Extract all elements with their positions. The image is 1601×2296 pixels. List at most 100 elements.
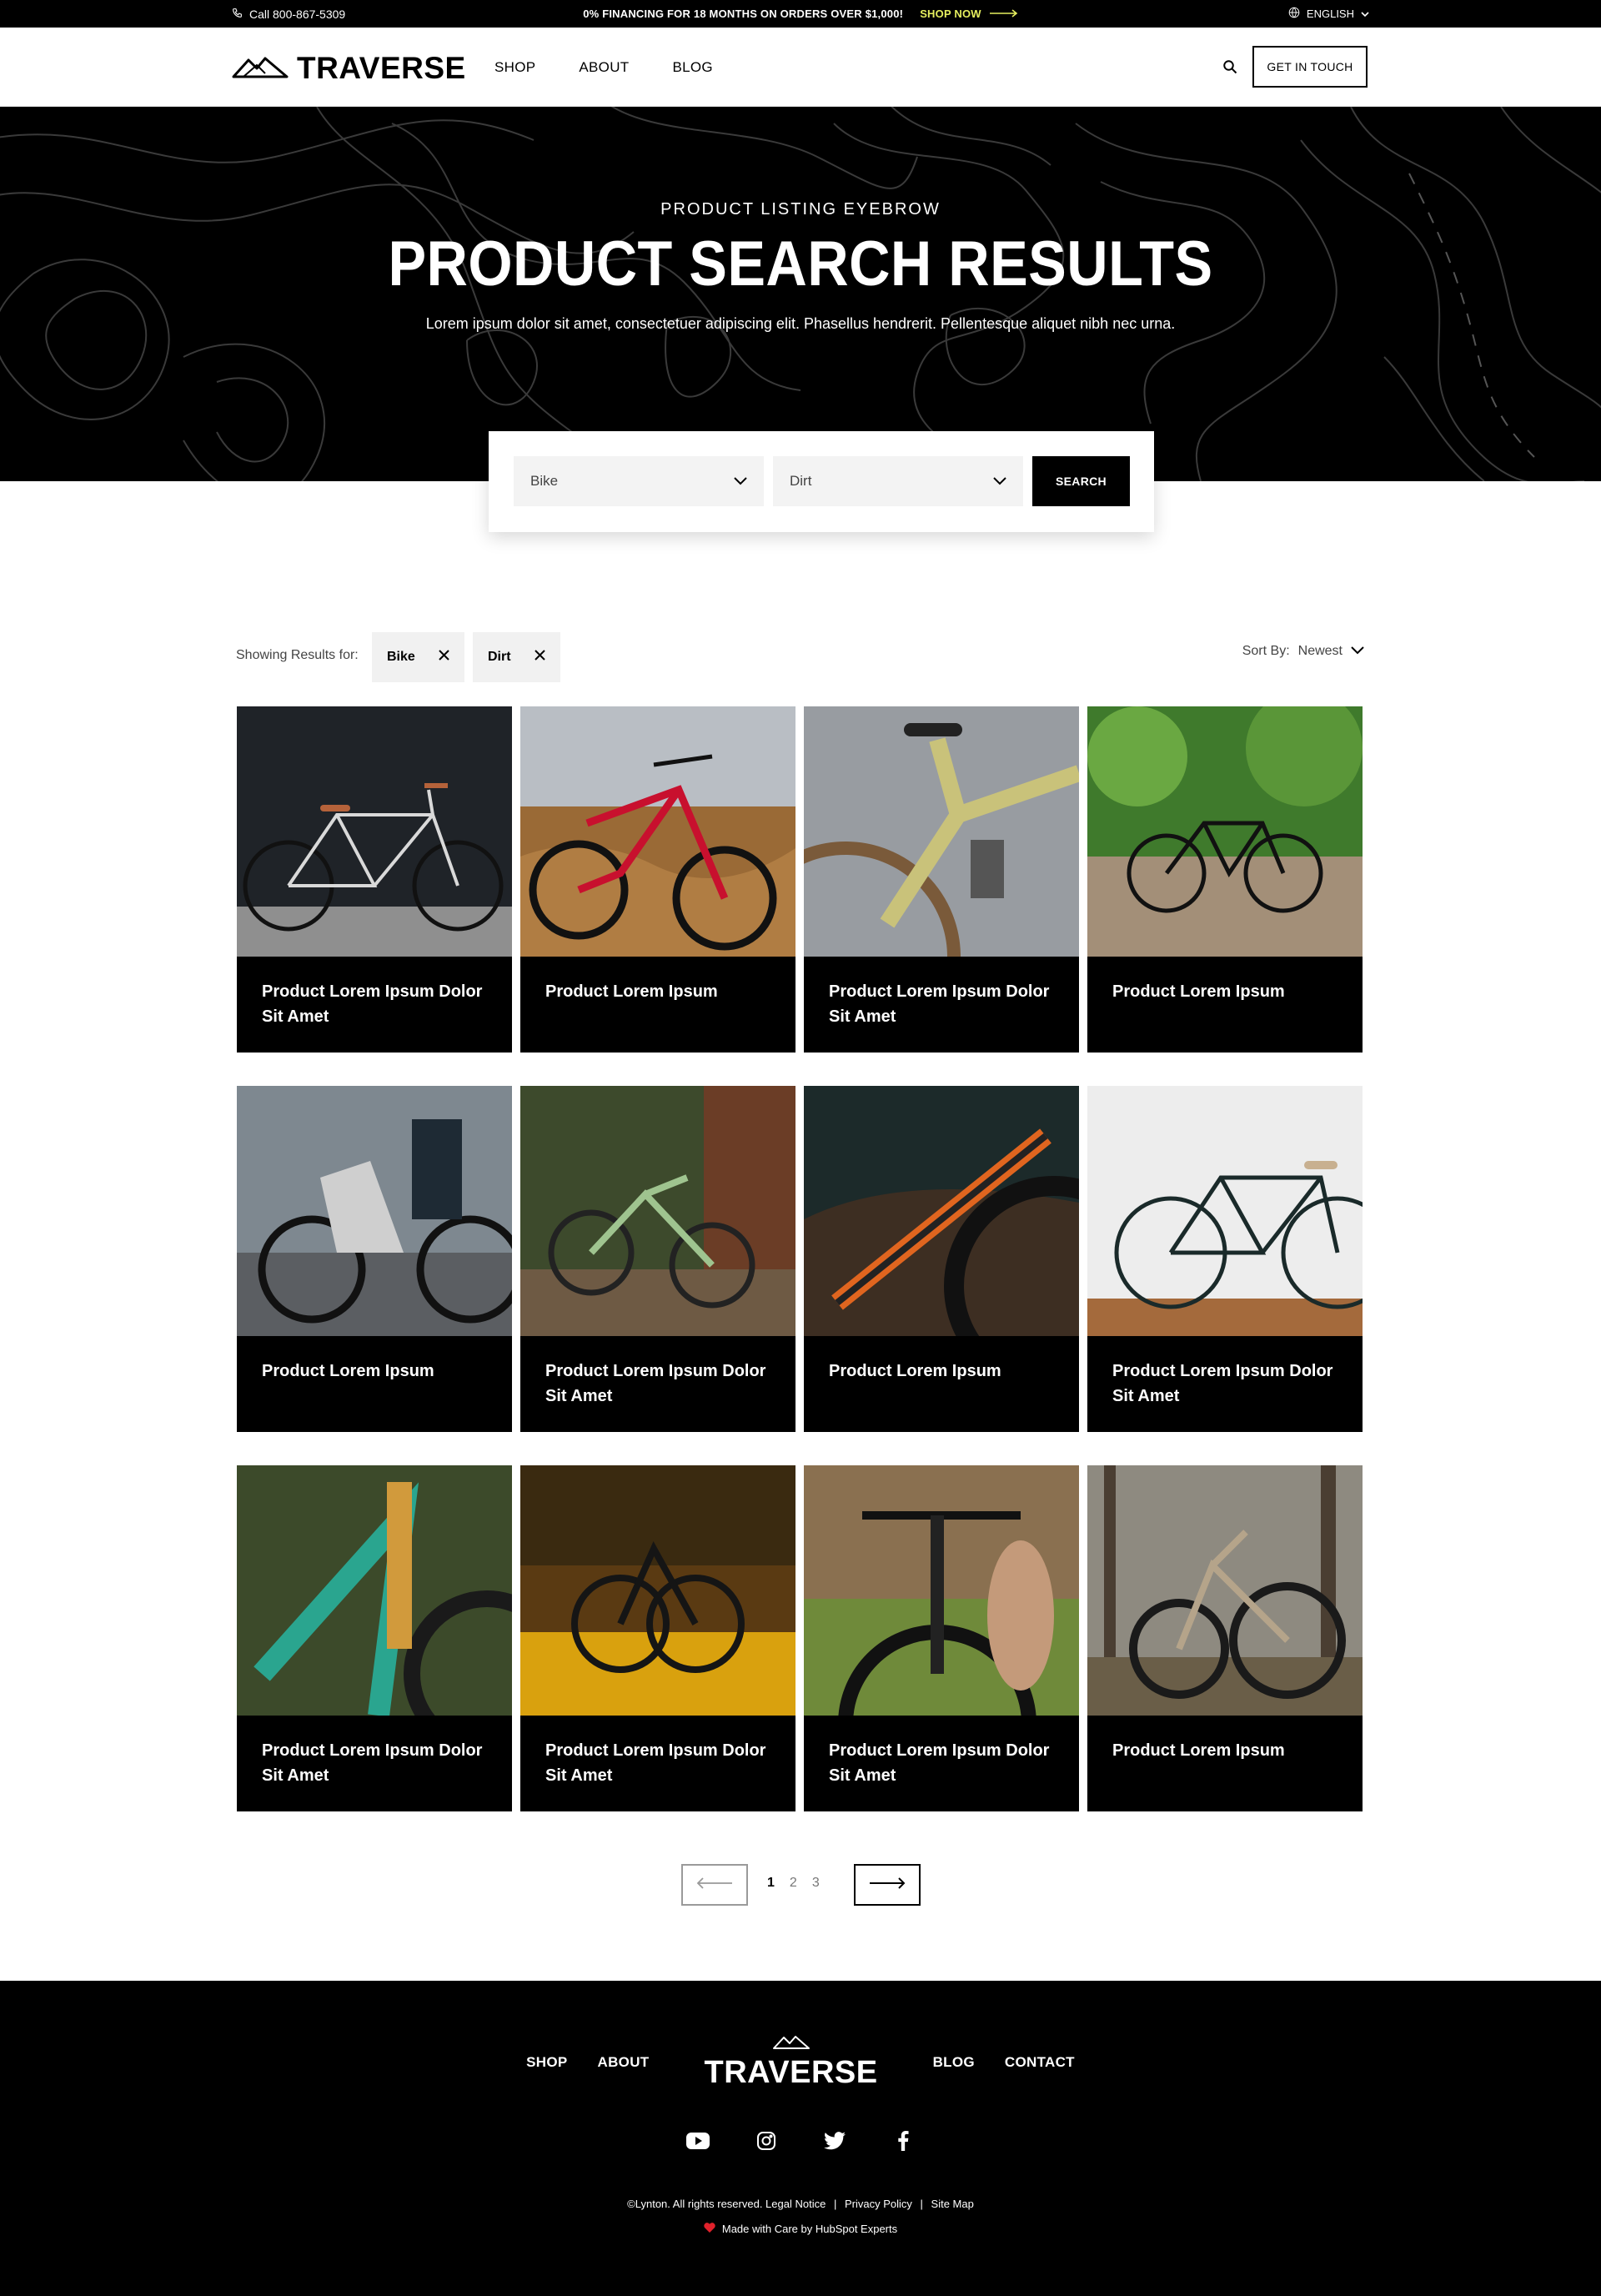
globe-icon	[1288, 7, 1300, 21]
product-card[interactable]: Product Lorem Ipsum Dolor Sit Amet	[804, 1465, 1079, 1811]
search-button[interactable]: SEARCH	[1032, 456, 1130, 506]
legal-links: ©Lynton. All rights reserved. Legal Noti…	[0, 2198, 1601, 2210]
youtube-icon[interactable]	[686, 2129, 710, 2153]
social-links	[0, 2129, 1601, 2153]
shop-now-label: SHOP NOW	[920, 8, 981, 20]
hero-subtitle: Lorem ipsum dolor sit amet, consectetuer…	[425, 315, 1176, 332]
product-card[interactable]: Product Lorem Ipsum	[1087, 706, 1363, 1053]
site-map-link[interactable]: Site Map	[931, 2198, 974, 2210]
page-link-3[interactable]: 3	[812, 1876, 820, 1891]
announcement-bar: Call 800-867-5309 0% FINANCING FOR 18 MO…	[0, 0, 1601, 28]
product-card[interactable]: Product Lorem Ipsum Dolor Sit Amet	[237, 1465, 512, 1811]
product-card[interactable]: Product Lorem Ipsum Dolor Sit Amet	[1087, 1086, 1363, 1432]
product-title: Product Lorem Ipsum	[545, 982, 718, 1001]
nav-blog[interactable]: BLOG	[672, 59, 712, 76]
product-title: Product Lorem Ipsum Dolor Sit Amet	[829, 982, 1050, 1026]
product-title: Product Lorem Ipsum Dolor Sit Amet	[262, 982, 483, 1026]
footer-logo[interactable]: TRAVERSE	[704, 2034, 877, 2091]
product-card[interactable]: Product Lorem Ipsum Dolor Sit Amet	[520, 1465, 795, 1811]
language-selector[interactable]: ENGLISH	[1288, 0, 1369, 28]
privacy-policy-link[interactable]: Privacy Policy	[845, 2198, 912, 2210]
page-title: PRODUCT SEARCH RESULTS	[388, 229, 1213, 299]
product-image	[237, 1086, 512, 1336]
made-with-care-text[interactable]: Made with Care by HubSpot Experts	[722, 2223, 897, 2235]
instagram-icon[interactable]	[755, 2129, 778, 2153]
site-header: TRAVERSE SHOP ABOUT BLOG GET IN TOUCH	[0, 28, 1601, 107]
language-label: ENGLISH	[1306, 8, 1354, 20]
product-title: Product Lorem Ipsum Dolor Sit Amet	[545, 1362, 766, 1405]
nav-about[interactable]: ABOUT	[579, 59, 629, 76]
search-form: Bike Dirt SEARCH	[489, 431, 1154, 532]
separator: |	[920, 2198, 923, 2210]
chevron-down-icon	[734, 473, 747, 490]
site-footer: SHOP ABOUT TRAVERSE BLOG CONTACT ©Lynton…	[0, 1981, 1601, 2296]
product-card[interactable]: Product Lorem Ipsum Dolor Sit Amet	[520, 1086, 795, 1432]
mountain-logo-icon	[772, 2034, 811, 2053]
product-card[interactable]: Product Lorem Ipsum	[237, 1086, 512, 1432]
product-title: Product Lorem Ipsum Dolor Sit Amet	[545, 1741, 766, 1785]
product-card[interactable]: Product Lorem Ipsum Dolor Sit Amet	[804, 706, 1079, 1053]
previous-page-button[interactable]	[681, 1864, 748, 1906]
footer-nav-blog[interactable]: BLOG	[933, 2054, 975, 2071]
arrow-right-icon	[869, 1876, 906, 1893]
nav-shop[interactable]: SHOP	[494, 59, 535, 76]
shop-now-link[interactable]: SHOP NOW	[920, 8, 1018, 20]
logo-wordmark: TRAVERSE	[297, 51, 466, 85]
product-title: Product Lorem Ipsum Dolor Sit Amet	[829, 1741, 1050, 1785]
category-select[interactable]: Bike	[514, 456, 764, 506]
promo-text: 0% FINANCING FOR 18 MONTHS ON ORDERS OVE…	[583, 8, 904, 20]
product-image	[804, 1086, 1079, 1336]
product-card[interactable]: Product Lorem Ipsum Dolor Sit Amet	[237, 706, 512, 1053]
product-title: Product Lorem Ipsum	[1112, 982, 1285, 1001]
search-icon[interactable]	[1221, 58, 1239, 76]
page-link-1[interactable]: 1	[767, 1876, 775, 1891]
terrain-select[interactable]: Dirt	[773, 456, 1023, 506]
product-image	[804, 1465, 1079, 1716]
footer-nav: SHOP ABOUT TRAVERSE BLOG CONTACT	[0, 2034, 1601, 2091]
chevron-down-icon	[1351, 644, 1364, 659]
product-image	[237, 1465, 512, 1716]
twitter-icon[interactable]	[823, 2129, 846, 2153]
chip-label: Bike	[387, 650, 415, 664]
filter-chip-bike: Bike	[372, 632, 464, 682]
footer-nav-shop[interactable]: SHOP	[526, 2054, 567, 2071]
sort-label: Sort By:	[1242, 644, 1290, 658]
product-card[interactable]: Product Lorem Ipsum	[520, 706, 795, 1053]
close-icon[interactable]	[439, 650, 449, 665]
next-page-button[interactable]	[854, 1864, 921, 1906]
product-title: Product Lorem Ipsum	[1112, 1741, 1285, 1760]
product-image	[1087, 1086, 1363, 1336]
product-image	[520, 1465, 795, 1716]
main-nav: SHOP ABOUT BLOG	[494, 28, 713, 107]
footer-logo-wordmark: TRAVERSE	[704, 2055, 878, 2090]
hero-eyebrow: PRODUCT LISTING EYEBROW	[660, 200, 941, 219]
product-title: Product Lorem Ipsum Dolor Sit Amet	[262, 1741, 483, 1785]
site-logo[interactable]: TRAVERSE	[232, 51, 466, 86]
sort-dropdown[interactable]: Sort By: Newest	[1242, 644, 1364, 659]
product-title: Product Lorem Ipsum	[829, 1362, 1001, 1380]
facebook-icon[interactable]	[891, 2129, 915, 2153]
category-select-value: Bike	[530, 473, 559, 489]
made-with-care: Made with Care by HubSpot Experts	[0, 2223, 1601, 2235]
chevron-down-icon	[993, 473, 1006, 490]
arrow-left-icon	[696, 1876, 733, 1893]
footer-nav-contact[interactable]: CONTACT	[1005, 2054, 1075, 2071]
terrain-select-value: Dirt	[790, 473, 812, 489]
product-title: Product Lorem Ipsum	[262, 1362, 434, 1380]
product-image	[1087, 1465, 1363, 1716]
chevron-down-icon	[1361, 8, 1369, 20]
copyright-text[interactable]: ©Lynton. All rights reserved. Legal Noti…	[627, 2198, 826, 2210]
product-card[interactable]: Product Lorem Ipsum	[804, 1086, 1079, 1432]
heart-icon	[704, 2223, 715, 2235]
get-in-touch-button[interactable]: GET IN TOUCH	[1252, 46, 1368, 88]
close-icon[interactable]	[534, 650, 545, 665]
product-image	[520, 1086, 795, 1336]
hero-banner: PRODUCT LISTING EYEBROW PRODUCT SEARCH R…	[0, 107, 1601, 481]
product-image	[804, 706, 1079, 957]
footer-nav-about[interactable]: ABOUT	[598, 2054, 650, 2071]
page-link-2[interactable]: 2	[790, 1876, 797, 1891]
product-title: Product Lorem Ipsum Dolor Sit Amet	[1112, 1362, 1333, 1405]
product-image	[1087, 706, 1363, 957]
product-card[interactable]: Product Lorem Ipsum	[1087, 1465, 1363, 1811]
product-image	[237, 706, 512, 957]
